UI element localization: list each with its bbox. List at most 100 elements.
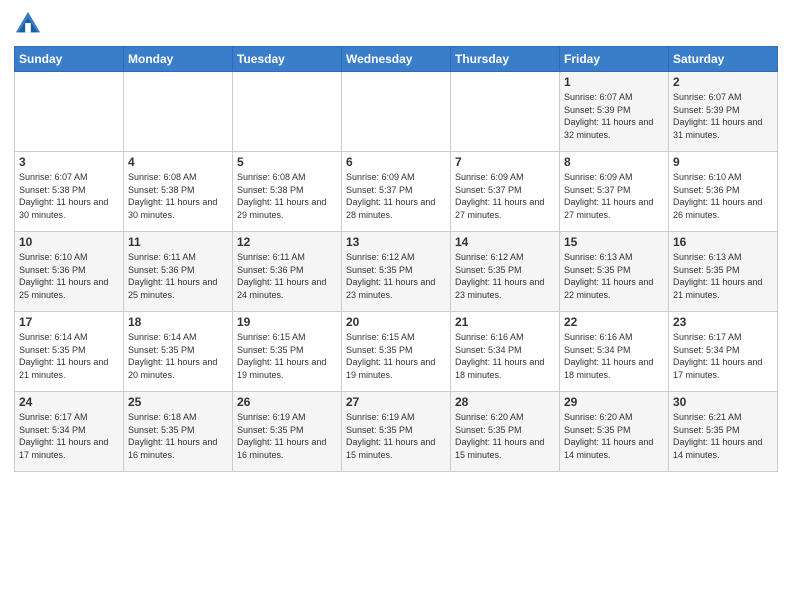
calendar-cell: 3 Sunrise: 6:07 AM Sunset: 5:38 PM Daylig… (15, 152, 124, 232)
day-info: Sunrise: 6:07 AM Sunset: 5:39 PM Dayligh… (564, 91, 664, 141)
day-number: 7 (455, 155, 555, 169)
day-number: 18 (128, 315, 228, 329)
calendar-cell: 1 Sunrise: 6:07 AM Sunset: 5:39 PM Daylig… (560, 72, 669, 152)
day-number: 30 (673, 395, 773, 409)
day-info: Sunrise: 6:17 AM Sunset: 5:34 PM Dayligh… (19, 411, 119, 461)
day-of-week-header: Friday (560, 47, 669, 72)
day-info: Sunrise: 6:10 AM Sunset: 5:36 PM Dayligh… (19, 251, 119, 301)
calendar-cell: 6 Sunrise: 6:09 AM Sunset: 5:37 PM Daylig… (342, 152, 451, 232)
day-number: 19 (237, 315, 337, 329)
day-number: 12 (237, 235, 337, 249)
day-number: 1 (564, 75, 664, 89)
day-number: 21 (455, 315, 555, 329)
calendar-cell: 4 Sunrise: 6:08 AM Sunset: 5:38 PM Daylig… (124, 152, 233, 232)
day-number: 11 (128, 235, 228, 249)
calendar-cell: 5 Sunrise: 6:08 AM Sunset: 5:38 PM Daylig… (233, 152, 342, 232)
day-number: 9 (673, 155, 773, 169)
day-number: 20 (346, 315, 446, 329)
calendar-cell: 24 Sunrise: 6:17 AM Sunset: 5:34 PM Dayli… (15, 392, 124, 472)
day-of-week-header: Saturday (669, 47, 778, 72)
calendar-week-row: 17 Sunrise: 6:14 AM Sunset: 5:35 PM Dayli… (15, 312, 778, 392)
calendar-cell: 17 Sunrise: 6:14 AM Sunset: 5:35 PM Dayli… (15, 312, 124, 392)
calendar-cell: 14 Sunrise: 6:12 AM Sunset: 5:35 PM Dayli… (451, 232, 560, 312)
day-number: 4 (128, 155, 228, 169)
day-info: Sunrise: 6:11 AM Sunset: 5:36 PM Dayligh… (237, 251, 337, 301)
calendar-header-row: SundayMondayTuesdayWednesdayThursdayFrid… (15, 47, 778, 72)
day-info: Sunrise: 6:12 AM Sunset: 5:35 PM Dayligh… (346, 251, 446, 301)
day-number: 10 (19, 235, 119, 249)
day-info: Sunrise: 6:15 AM Sunset: 5:35 PM Dayligh… (237, 331, 337, 381)
day-info: Sunrise: 6:17 AM Sunset: 5:34 PM Dayligh… (673, 331, 773, 381)
day-number: 22 (564, 315, 664, 329)
day-number: 16 (673, 235, 773, 249)
day-info: Sunrise: 6:14 AM Sunset: 5:35 PM Dayligh… (128, 331, 228, 381)
calendar-week-row: 1 Sunrise: 6:07 AM Sunset: 5:39 PM Daylig… (15, 72, 778, 152)
day-number: 3 (19, 155, 119, 169)
calendar-cell: 8 Sunrise: 6:09 AM Sunset: 5:37 PM Daylig… (560, 152, 669, 232)
calendar-week-row: 24 Sunrise: 6:17 AM Sunset: 5:34 PM Dayli… (15, 392, 778, 472)
calendar-cell: 27Sunrise: 6:19 AM Sunset: 5:35 PM Dayli… (342, 392, 451, 472)
day-info: Sunrise: 6:09 AM Sunset: 5:37 PM Dayligh… (564, 171, 664, 221)
day-info: Sunrise: 6:21 AM Sunset: 5:35 PM Dayligh… (673, 411, 773, 461)
day-info: Sunrise: 6:13 AM Sunset: 5:35 PM Dayligh… (564, 251, 664, 301)
calendar-cell: 16 Sunrise: 6:13 AM Sunset: 5:35 PM Dayli… (669, 232, 778, 312)
calendar-cell: 19 Sunrise: 6:15 AM Sunset: 5:35 PM Dayli… (233, 312, 342, 392)
day-info: Sunrise: 6:12 AM Sunset: 5:35 PM Dayligh… (455, 251, 555, 301)
day-info: Sunrise: 6:14 AM Sunset: 5:35 PM Dayligh… (19, 331, 119, 381)
calendar-cell: 13Sunrise: 6:12 AM Sunset: 5:35 PM Dayli… (342, 232, 451, 312)
day-number: 5 (237, 155, 337, 169)
day-info: Sunrise: 6:20 AM Sunset: 5:35 PM Dayligh… (564, 411, 664, 461)
day-info: Sunrise: 6:10 AM Sunset: 5:36 PM Dayligh… (673, 171, 773, 221)
day-info: Sunrise: 6:07 AM Sunset: 5:38 PM Dayligh… (19, 171, 119, 221)
day-number: 27 (346, 395, 446, 409)
calendar-week-row: 10 Sunrise: 6:10 AM Sunset: 5:36 PM Dayli… (15, 232, 778, 312)
day-info: Sunrise: 6:18 AM Sunset: 5:35 PM Dayligh… (128, 411, 228, 461)
day-number: 28 (455, 395, 555, 409)
day-info: Sunrise: 6:09 AM Sunset: 5:37 PM Dayligh… (455, 171, 555, 221)
day-info: Sunrise: 6:15 AM Sunset: 5:35 PM Dayligh… (346, 331, 446, 381)
day-number: 14 (455, 235, 555, 249)
calendar-cell (15, 72, 124, 152)
calendar-cell: 10 Sunrise: 6:10 AM Sunset: 5:36 PM Dayli… (15, 232, 124, 312)
day-info: Sunrise: 6:13 AM Sunset: 5:35 PM Dayligh… (673, 251, 773, 301)
day-info: Sunrise: 6:08 AM Sunset: 5:38 PM Dayligh… (128, 171, 228, 221)
calendar-cell: 9 Sunrise: 6:10 AM Sunset: 5:36 PM Daylig… (669, 152, 778, 232)
day-number: 23 (673, 315, 773, 329)
calendar-cell: 21Sunrise: 6:16 AM Sunset: 5:34 PM Dayli… (451, 312, 560, 392)
day-info: Sunrise: 6:07 AM Sunset: 5:39 PM Dayligh… (673, 91, 773, 141)
header (14, 10, 778, 38)
day-number: 15 (564, 235, 664, 249)
day-number: 24 (19, 395, 119, 409)
day-number: 8 (564, 155, 664, 169)
day-of-week-header: Sunday (15, 47, 124, 72)
day-of-week-header: Tuesday (233, 47, 342, 72)
calendar-cell: 15 Sunrise: 6:13 AM Sunset: 5:35 PM Dayli… (560, 232, 669, 312)
day-number: 6 (346, 155, 446, 169)
logo-icon (14, 10, 42, 38)
calendar-cell: 26 Sunrise: 6:19 AM Sunset: 5:35 PM Dayli… (233, 392, 342, 472)
calendar-cell: 2 Sunrise: 6:07 AM Sunset: 5:39 PM Daylig… (669, 72, 778, 152)
day-info: Sunrise: 6:08 AM Sunset: 5:38 PM Dayligh… (237, 171, 337, 221)
day-info: Sunrise: 6:09 AM Sunset: 5:37 PM Dayligh… (346, 171, 446, 221)
day-number: 25 (128, 395, 228, 409)
calendar-cell: 11 Sunrise: 6:11 AM Sunset: 5:36 PM Dayli… (124, 232, 233, 312)
calendar-cell: 7 Sunrise: 6:09 AM Sunset: 5:37 PM Daylig… (451, 152, 560, 232)
calendar-cell: 18 Sunrise: 6:14 AM Sunset: 5:35 PM Dayli… (124, 312, 233, 392)
day-of-week-header: Wednesday (342, 47, 451, 72)
calendar-cell: 23 Sunrise: 6:17 AM Sunset: 5:34 PM Dayli… (669, 312, 778, 392)
calendar-table: SundayMondayTuesdayWednesdayThursdayFrid… (14, 46, 778, 472)
day-number: 26 (237, 395, 337, 409)
calendar-cell (124, 72, 233, 152)
calendar-week-row: 3 Sunrise: 6:07 AM Sunset: 5:38 PM Daylig… (15, 152, 778, 232)
logo (14, 10, 46, 38)
day-number: 29 (564, 395, 664, 409)
calendar-cell: 25 Sunrise: 6:18 AM Sunset: 5:35 PM Dayli… (124, 392, 233, 472)
day-info: Sunrise: 6:11 AM Sunset: 5:36 PM Dayligh… (128, 251, 228, 301)
main-container: SundayMondayTuesdayWednesdayThursdayFrid… (0, 0, 792, 482)
calendar-cell: 28Sunrise: 6:20 AM Sunset: 5:35 PM Dayli… (451, 392, 560, 472)
day-number: 17 (19, 315, 119, 329)
day-info: Sunrise: 6:19 AM Sunset: 5:35 PM Dayligh… (237, 411, 337, 461)
calendar-cell: 29 Sunrise: 6:20 AM Sunset: 5:35 PM Dayli… (560, 392, 669, 472)
day-of-week-header: Thursday (451, 47, 560, 72)
day-number: 2 (673, 75, 773, 89)
